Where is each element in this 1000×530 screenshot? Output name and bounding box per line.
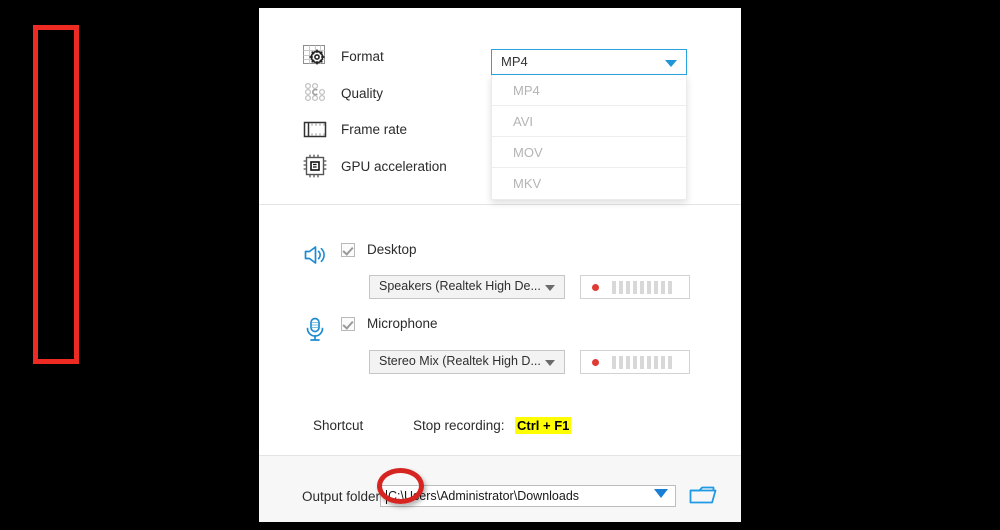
format-select[interactable]: MP4: [491, 49, 687, 75]
stop-recording-hotkey[interactable]: Ctrl + F1: [515, 417, 572, 434]
desktop-level-bars: [612, 280, 672, 294]
microphone-label: Microphone: [367, 316, 438, 331]
gpu-acceleration-icon[interactable]: [300, 151, 330, 181]
setting-label-quality: Quality: [341, 86, 384, 101]
format-option-mkv[interactable]: MKV: [492, 168, 686, 199]
microphone-device-value: Stereo Mix (Realtek High D...: [379, 354, 541, 368]
screenshot-root: Format Quality Frame rate GPU accelerati…: [0, 0, 1000, 530]
shortcut-label: Shortcut: [313, 418, 364, 433]
format-options-list[interactable]: MP4 AVI MOV MKV: [491, 75, 687, 200]
chevron-down-icon: [545, 285, 555, 291]
format-option-mp4[interactable]: MP4: [492, 75, 686, 106]
format-option-mov[interactable]: MOV: [492, 137, 686, 168]
setting-label-gpu-acceleration: GPU acceleration: [341, 159, 447, 174]
chevron-down-icon: [665, 60, 677, 67]
microphone-level-meter: [580, 350, 690, 374]
desktop-audio-row[interactable]: Desktop: [341, 242, 417, 257]
microphone-icon[interactable]: [300, 314, 330, 344]
highlight-rectangle: [33, 25, 79, 364]
stop-recording-label: Stop recording:: [413, 418, 505, 433]
format-option-avi[interactable]: AVI: [492, 106, 686, 137]
microphone-checkbox[interactable]: [341, 316, 355, 331]
output-folder-label: Output folder:: [302, 489, 384, 504]
format-icon[interactable]: [300, 41, 330, 71]
recorder-settings-panel: Format Quality Frame rate GPU accelerati…: [259, 8, 741, 522]
output-folder-input[interactable]: C:\Users\Administrator\Downloads: [380, 485, 676, 507]
chevron-down-icon: [545, 360, 555, 366]
desktop-label: Desktop: [367, 242, 417, 257]
frame-rate-icon[interactable]: [300, 114, 330, 144]
desktop-device-select[interactable]: Speakers (Realtek High De...: [369, 275, 565, 299]
desktop-level-meter: [580, 275, 690, 299]
folder-icon[interactable]: [688, 482, 720, 515]
output-folder-dropdown-icon[interactable]: [654, 489, 668, 498]
microphone-device-select[interactable]: Stereo Mix (Realtek High D...: [369, 350, 565, 374]
setting-label-frame-rate: Frame rate: [341, 122, 408, 137]
quality-icon[interactable]: [300, 77, 330, 107]
speaker-icon[interactable]: [300, 240, 330, 270]
section-divider-top: [259, 204, 741, 205]
desktop-checkbox[interactable]: [341, 242, 355, 257]
highlight-circle: [377, 468, 424, 504]
record-dot-icon: [592, 358, 599, 366]
setting-label-format: Format: [341, 49, 384, 64]
format-select-value: MP4: [501, 54, 528, 69]
desktop-device-value: Speakers (Realtek High De...: [379, 279, 541, 293]
microphone-audio-row[interactable]: Microphone: [341, 316, 438, 331]
record-dot-icon: [592, 283, 599, 291]
microphone-level-bars: [612, 355, 672, 369]
